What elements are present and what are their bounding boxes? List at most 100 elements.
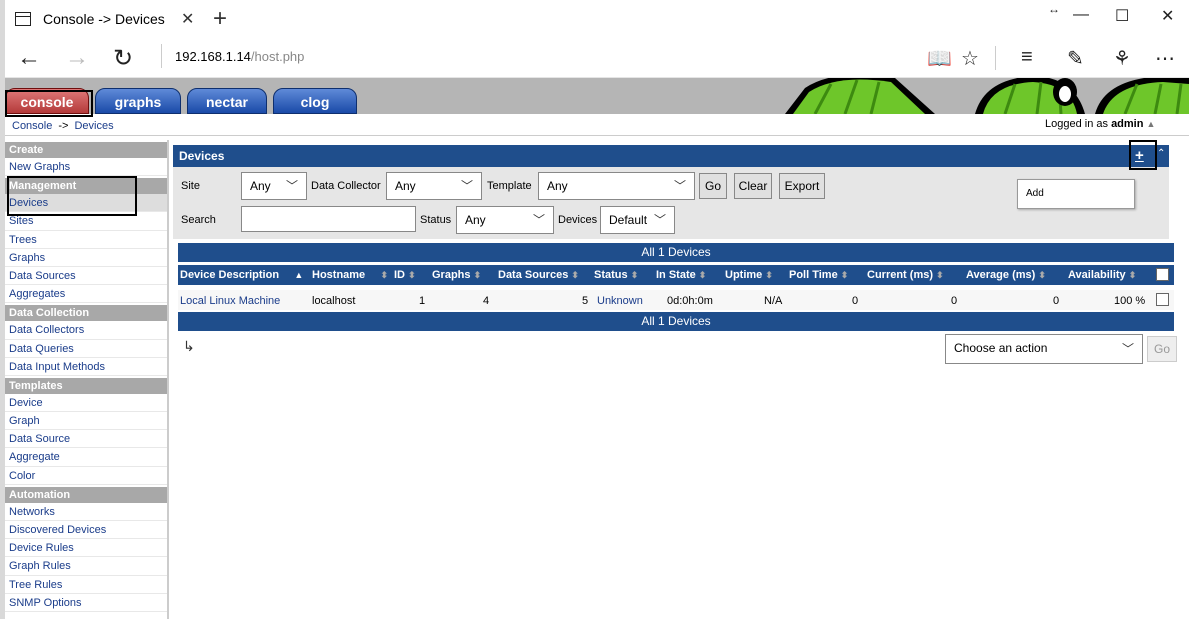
graphs-cell: 4 <box>483 295 490 307</box>
action-go-button[interactable]: Go <box>1147 336 1177 362</box>
tab-title: Console -> Devices <box>43 11 165 27</box>
more-icon[interactable]: ⋯ <box>1155 46 1175 71</box>
chevron-down-icon: ﹀ <box>460 179 473 193</box>
site-select[interactable]: Any ﹀ <box>241 172 307 200</box>
sidebar-item-snmp-options[interactable]: SNMP Options <box>5 594 167 612</box>
login-user[interactable]: admin <box>1111 118 1143 130</box>
sidebar-item-aggregate[interactable]: Aggregate <box>5 448 167 467</box>
highlight-box <box>1129 140 1157 170</box>
template-select[interactable]: Any ﹀ <box>538 172 695 200</box>
status-label: Status <box>420 214 452 226</box>
template-label: Template <box>487 180 532 192</box>
sidebar-item-data-queries[interactable]: Data Queries <box>5 340 167 358</box>
status-link[interactable]: Unknown <box>597 295 643 307</box>
select-all-checkbox[interactable] <box>1156 268 1169 281</box>
forward-arrow-icon[interactable]: → <box>65 44 89 72</box>
breadcrumb-bar: Console -> Devices Logged in as admin ▲ <box>5 114 1189 136</box>
minimize-icon[interactable]: — <box>1073 6 1089 24</box>
sidebar-item-graph-rules[interactable]: Graph Rules <box>5 557 167 576</box>
refresh-icon[interactable]: ↻ <box>113 44 133 73</box>
average-ms-cell: 0 <box>1053 295 1060 307</box>
col-device-description[interactable]: Device Description ▲ <box>180 269 303 281</box>
sidebar-group-automation: Automation <box>5 486 167 503</box>
devices-summary-bottom: All 1 Devices <box>178 312 1174 331</box>
sidebar-item-discovered-devices[interactable]: Discovered Devices <box>5 521 167 540</box>
sidebar-item-data-collectors[interactable]: Data Collectors <box>5 321 167 340</box>
id-cell: 1 <box>419 295 426 307</box>
close-tab-icon[interactable]: ✕ <box>181 9 194 29</box>
col-uptime[interactable]: Uptime ⬍ <box>725 269 773 281</box>
table-header: Device Description ▲ Hostname ⬍ ID ⬍ Gra… <box>178 265 1174 285</box>
availability-cell: 100 % <box>1114 295 1146 307</box>
corner-arrow-icon: ↳ <box>183 338 195 354</box>
data-collector-label: Data Collector <box>311 180 381 192</box>
share-icon[interactable]: ⚘ <box>1113 46 1131 71</box>
col-hostname[interactable]: Hostname ⬍ <box>312 269 388 281</box>
devices-count-select[interactable]: Default ﹀ <box>600 206 675 234</box>
browser-titlebar: Console -> Devices ✕ + ↔ — ☐ ✕ <box>5 0 1189 38</box>
divider <box>161 44 162 68</box>
sidebar-item-graph[interactable]: Graph <box>5 412 167 431</box>
sidebar-item-tree-rules[interactable]: Tree Rules <box>5 576 167 594</box>
highlight-box <box>5 90 93 117</box>
action-select[interactable]: Choose an action ﹀ <box>945 334 1143 364</box>
export-button[interactable]: Export <box>779 173 825 199</box>
chevron-down-icon: ﹀ <box>1121 342 1134 356</box>
data-sources-cell: 5 <box>582 295 589 307</box>
chevron-down-icon: ﹀ <box>653 213 666 227</box>
breadcrumb-devices[interactable]: Devices <box>74 120 113 132</box>
sidebar-item-graphs[interactable]: Graphs <box>5 249 167 267</box>
browser-tab[interactable]: Console -> Devices ✕ <box>5 0 205 38</box>
devices-summary-top: All 1 Devices <box>178 243 1174 262</box>
sidebar-item-aggregates[interactable]: Aggregates <box>5 285 167 304</box>
sidebar-item-color[interactable]: Color <box>5 467 167 485</box>
tab-graphs[interactable]: graphs <box>95 88 181 114</box>
sidebar-item-trees[interactable]: Trees <box>5 231 167 249</box>
col-graphs[interactable]: Graphs ⬍ <box>432 269 481 281</box>
chevron-down-icon: ﹀ <box>285 179 298 193</box>
back-arrow-icon[interactable]: ← <box>17 44 41 72</box>
row-checkbox[interactable] <box>1156 293 1169 306</box>
tab-nectar[interactable]: nectar <box>187 88 267 114</box>
col-current-ms[interactable]: Current (ms) ⬍ <box>867 269 944 281</box>
col-average-ms[interactable]: Average (ms) ⬍ <box>966 269 1046 281</box>
sidebar-item-new-graphs[interactable]: New Graphs <box>5 158 167 177</box>
hostname-cell: localhost <box>312 295 356 307</box>
sidebar-group-templates: Templates <box>5 377 167 394</box>
close-window-icon[interactable]: ✕ <box>1161 6 1174 26</box>
cactus-logo <box>785 78 1189 114</box>
add-menu-item[interactable]: Add <box>1017 179 1135 209</box>
status-select[interactable]: Any ﹀ <box>456 206 554 234</box>
device-description-link[interactable]: Local Linux Machine <box>180 295 280 307</box>
collapse-icon[interactable]: ⌃ <box>1157 148 1165 159</box>
breadcrumb: Console -> Devices <box>12 120 114 132</box>
clear-button[interactable]: Clear <box>734 173 772 199</box>
table-row: Local Linux Machine localhost 1 4 5 Unkn… <box>178 290 1174 310</box>
sidebar-item-device-rules[interactable]: Device Rules <box>5 539 167 558</box>
url-field[interactable]: 192.168.1.14/host.php <box>175 49 304 64</box>
sidebar-item-data-sources[interactable]: Data Sources <box>5 267 167 286</box>
sidebar-group-create: Create <box>5 142 167 158</box>
sidebar-item-device[interactable]: Device <box>5 394 167 413</box>
breadcrumb-console[interactable]: Console <box>12 120 52 132</box>
tab-clog[interactable]: clog <box>273 88 357 114</box>
devices-count-label: Devices <box>558 214 598 226</box>
reading-view-icon[interactable]: 📖 <box>927 46 952 71</box>
web-note-icon[interactable]: ✎ <box>1067 46 1084 71</box>
col-id[interactable]: ID ⬍ <box>394 269 416 281</box>
col-availability[interactable]: Availability ⬍ <box>1068 269 1136 281</box>
maximize-icon[interactable]: ☐ <box>1115 6 1129 26</box>
col-data-sources[interactable]: Data Sources ⬍ <box>498 269 579 281</box>
sidebar-item-networks[interactable]: Networks <box>5 503 167 521</box>
col-status[interactable]: Status ⬍ <box>594 269 638 281</box>
sidebar-item-data-source[interactable]: Data Source <box>5 430 167 449</box>
col-poll-time[interactable]: Poll Time ⬍ <box>789 269 848 281</box>
search-input[interactable] <box>241 206 416 232</box>
new-tab-icon[interactable]: + <box>213 5 227 33</box>
favorite-star-icon[interactable]: ☆ <box>961 46 979 71</box>
hub-icon[interactable]: ≡ <box>1021 46 1033 69</box>
sidebar-item-data-input-methods[interactable]: Data Input Methods <box>5 358 167 376</box>
data-collector-select[interactable]: Any ﹀ <box>386 172 482 200</box>
col-in-state[interactable]: In State ⬍ <box>656 269 706 281</box>
go-button[interactable]: Go <box>699 173 727 199</box>
